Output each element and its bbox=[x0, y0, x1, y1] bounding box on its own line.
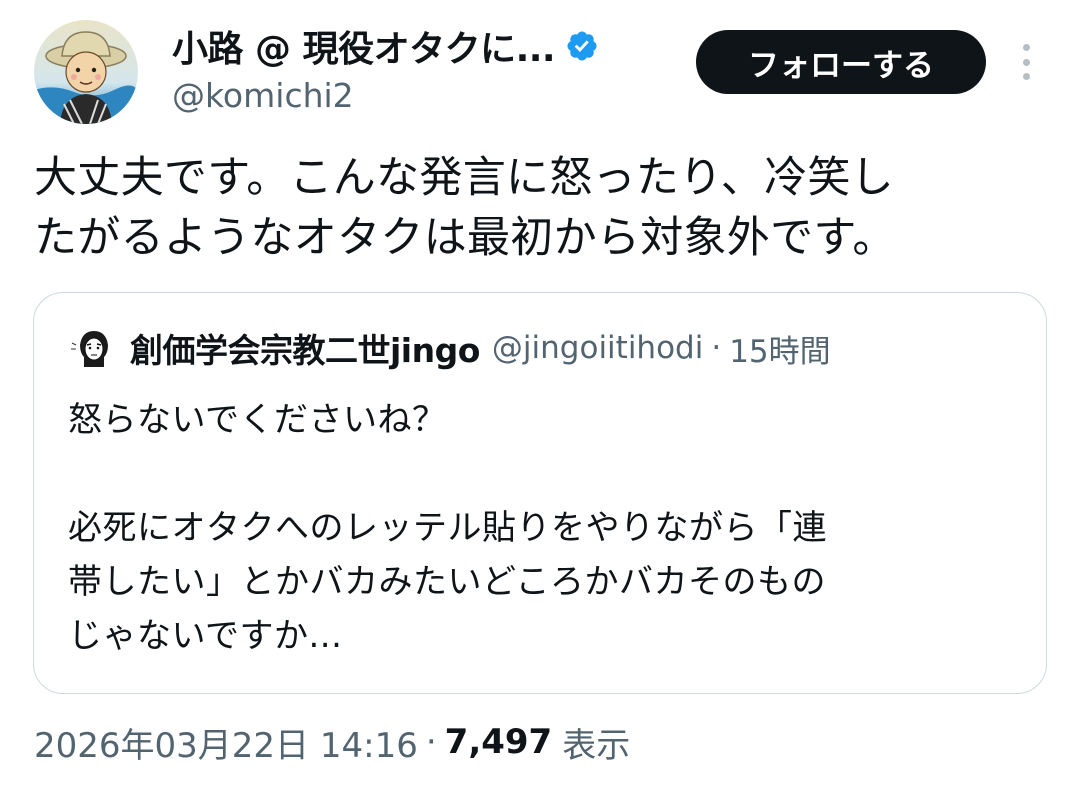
verified-badge-icon[interactable] bbox=[565, 29, 599, 63]
author-avatar[interactable] bbox=[34, 20, 138, 124]
author-handle[interactable]: @komichi2 bbox=[172, 76, 354, 115]
views-count[interactable]: 7,497 bbox=[445, 722, 553, 762]
quote-author-name[interactable]: 創価学会宗教二世jingo bbox=[130, 324, 480, 372]
quote-author-handle[interactable]: @jingoiitihodi bbox=[492, 330, 703, 366]
author-display-name[interactable]: 小路 @ 現役オタクに... bbox=[172, 20, 556, 72]
quote-avatar-sketch-icon bbox=[68, 323, 118, 373]
views-label[interactable]: 表示 bbox=[562, 718, 630, 767]
avatar-illustration-icon bbox=[34, 20, 138, 124]
author-name-row[interactable]: 小路 @ 現役オタクに... bbox=[172, 22, 599, 70]
quote-separator: · bbox=[711, 330, 722, 366]
more-vertical-icon[interactable] bbox=[1008, 40, 1044, 84]
quote-tweet-card[interactable]: 創価学会宗教二世jingo @jingoiitihodi · 15時間 怒らない… bbox=[33, 292, 1047, 694]
quote-header: 創価学会宗教二世jingo @jingoiitihodi · 15時間 bbox=[130, 323, 831, 373]
quote-author-avatar[interactable] bbox=[68, 323, 118, 373]
quote-timestamp[interactable]: 15時間 bbox=[729, 326, 830, 371]
tweet: 小路 @ 現役オタクに... @komichi2 フォローする 大丈夫です。こん… bbox=[0, 0, 1080, 787]
quote-text: 怒らないでくださいね？ 必死にオタクへのレッテル貼りをやりながら「連 帯したい」… bbox=[68, 400, 827, 656]
meta-separator: · bbox=[425, 722, 437, 762]
tweet-timestamp[interactable]: 2026年03月22日 14:16 bbox=[34, 718, 418, 767]
tweet-meta: 2026年03月22日 14:16 · 7,497 表示 bbox=[34, 715, 630, 769]
follow-button[interactable]: フォローする bbox=[696, 30, 986, 94]
tweet-text: 大丈夫です。こんな発言に怒ったり、冷笑し たがるようなオタクは最初から対象外です… bbox=[34, 153, 896, 263]
